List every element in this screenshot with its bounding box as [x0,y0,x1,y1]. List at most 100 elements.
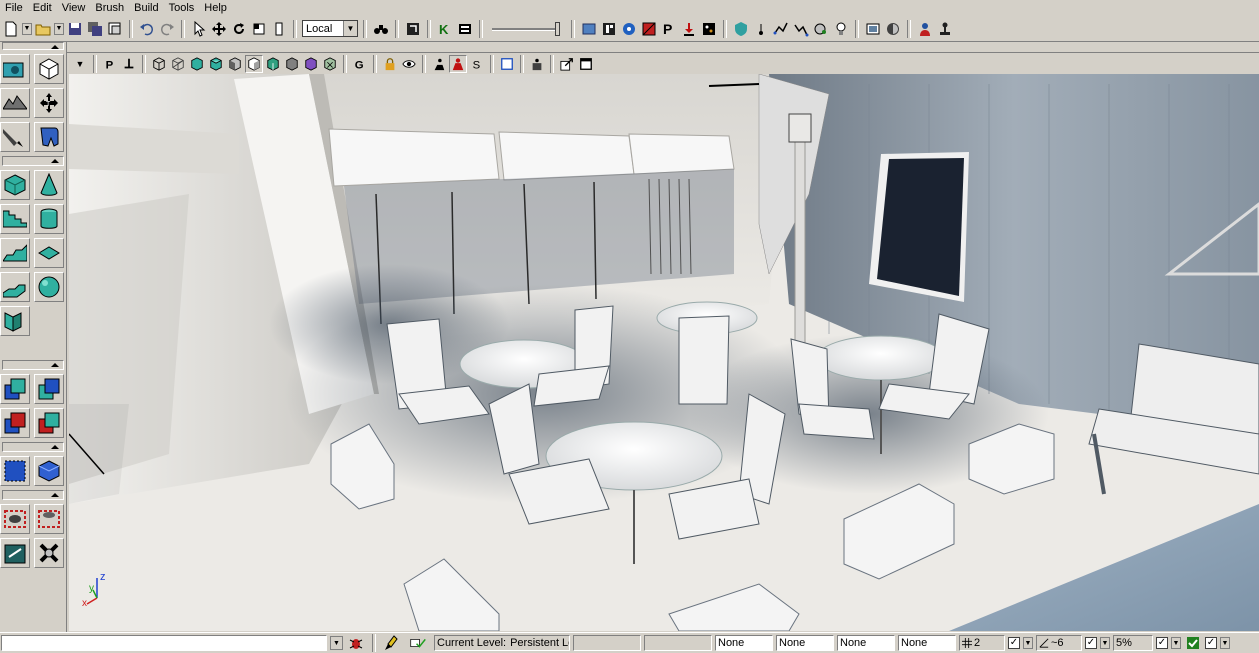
grid-snap-control[interactable]: 2 [959,635,1005,651]
build-paths-icon[interactable] [620,20,638,38]
rotation-snap-checkbox[interactable]: ✓ [1085,637,1097,649]
menu-tools[interactable]: Tools [164,1,200,15]
geometry-mode-icon[interactable] [34,54,64,84]
mesh-paint-icon[interactable] [34,122,64,152]
autosave-dropdown-icon[interactable]: ▼ [1220,637,1230,649]
grid-snap-dropdown-icon[interactable]: ▼ [1023,637,1033,649]
select-arrow-icon[interactable] [190,20,208,38]
select-inside-icon[interactable] [0,538,30,568]
scale-snap-dropdown-icon[interactable]: ▼ [1171,637,1181,649]
brush-tool-icon[interactable] [382,634,402,652]
snap-field-2[interactable]: None [776,635,834,651]
cone-brush-icon[interactable] [34,170,64,200]
spiral-stairs-brush-icon[interactable] [0,272,30,302]
play-on-pc-icon[interactable] [680,20,698,38]
build-geometry-icon[interactable] [580,20,598,38]
perspective-viewport[interactable]: z y x [69,74,1259,631]
play-in-editor-icon[interactable]: P [660,20,678,38]
snap-field-4[interactable]: None [898,635,956,651]
current-level-field[interactable]: Current Level: Persistent Le [434,635,570,651]
add-special-icon[interactable] [34,456,64,486]
autosave-checkbox[interactable]: ✓ [1205,637,1217,649]
light-bulb-icon[interactable] [832,20,850,38]
undo-icon[interactable] [138,20,156,38]
menu-brush[interactable]: Brush [90,1,129,15]
menu-file[interactable]: File [0,1,28,15]
snap-vertex-icon[interactable] [812,20,830,38]
build-cover-icon[interactable] [640,20,658,38]
viewport-camera-icon[interactable] [528,55,546,73]
panel-section-header[interactable] [2,442,64,452]
add-volume-icon[interactable] [0,456,30,486]
rotation-snap-dropdown-icon[interactable]: ▼ [1100,637,1110,649]
snap-field-3[interactable]: None [837,635,895,651]
csg-deintersect-icon[interactable] [34,408,64,438]
translate-icon[interactable] [210,20,228,38]
matinee-icon[interactable] [456,20,474,38]
cylinder-brush-icon[interactable] [34,204,64,234]
scale-snap-checkbox[interactable]: ✓ [1156,637,1168,649]
volumetric-brush-icon[interactable] [0,306,30,336]
lightmap-density-icon[interactable] [321,55,339,73]
csg-add-icon[interactable] [0,374,30,404]
sheet-brush-icon[interactable] [34,238,64,268]
save-as-icon[interactable] [106,20,124,38]
camera-mode-icon[interactable] [0,54,30,84]
console-icon[interactable] [700,20,718,38]
csg-subtract-icon[interactable] [34,374,64,404]
texture-density-icon[interactable] [283,55,301,73]
realtime-preview-slider[interactable] [492,20,562,38]
scale-nonuniform-icon[interactable] [270,20,288,38]
maximize-viewport-icon[interactable] [498,55,516,73]
autosave-icon[interactable] [1184,634,1202,652]
grid-snap-checkbox[interactable]: ✓ [1008,637,1020,649]
panel-section-header[interactable] [2,42,64,50]
network-icon[interactable] [936,20,954,38]
binoculars-icon[interactable] [372,20,390,38]
texture-align-icon[interactable]: T [34,88,64,118]
user-icon[interactable] [916,20,934,38]
menu-build[interactable]: Build [129,1,163,15]
hide-selected-icon[interactable] [34,504,64,534]
panel-section-header[interactable] [2,490,64,500]
game-view-icon[interactable]: G [351,55,369,73]
shader-complexity-icon[interactable] [302,55,320,73]
lighting-only-icon[interactable] [245,54,263,73]
lit-icon[interactable] [207,55,225,73]
slider-thumb[interactable] [555,21,560,36]
scale-icon[interactable] [250,20,268,38]
perspective-icon[interactable]: P [101,55,119,73]
lock-icon[interactable] [381,55,399,73]
lock-to-actor-icon[interactable] [120,55,138,73]
actor-red-icon[interactable] [449,54,467,73]
window-icon[interactable] [577,55,595,73]
command-input[interactable] [1,635,327,651]
stairs-brush-icon[interactable] [0,204,30,234]
camera-speed-icon[interactable] [884,20,902,38]
scale-snap-control[interactable]: 5% [1113,635,1153,651]
new-dropdown-icon[interactable]: ▼ [22,22,32,35]
float-viewport-icon[interactable] [558,55,576,73]
paint-brush-icon[interactable] [0,122,30,152]
show-selected-icon[interactable] [0,504,30,534]
redo-icon[interactable] [158,20,176,38]
path-unlink-icon[interactable] [792,20,810,38]
content-browser-icon[interactable] [404,20,422,38]
level-check-icon[interactable] [405,634,431,652]
invert-selection-icon[interactable] [34,538,64,568]
csg-intersect-icon[interactable] [0,408,30,438]
light-complexity-icon[interactable] [264,55,282,73]
kismet-icon[interactable]: K [436,20,454,38]
coordinate-system-select[interactable]: Local ▼ [302,20,358,37]
snap-field-1[interactable]: None [715,635,773,651]
viewport-menu-icon[interactable]: ▼ [71,55,89,73]
pivot-icon[interactable] [752,20,770,38]
streaming-icon[interactable]: S [468,55,486,73]
command-dropdown-icon[interactable]: ▼ [330,636,343,650]
open-folder-icon[interactable] [34,20,52,38]
eye-icon[interactable] [400,55,418,73]
curved-stairs-brush-icon[interactable] [0,238,30,268]
build-lighting-icon[interactable] [600,20,618,38]
menu-help[interactable]: Help [199,1,232,15]
terrain-mode-icon[interactable] [0,88,30,118]
